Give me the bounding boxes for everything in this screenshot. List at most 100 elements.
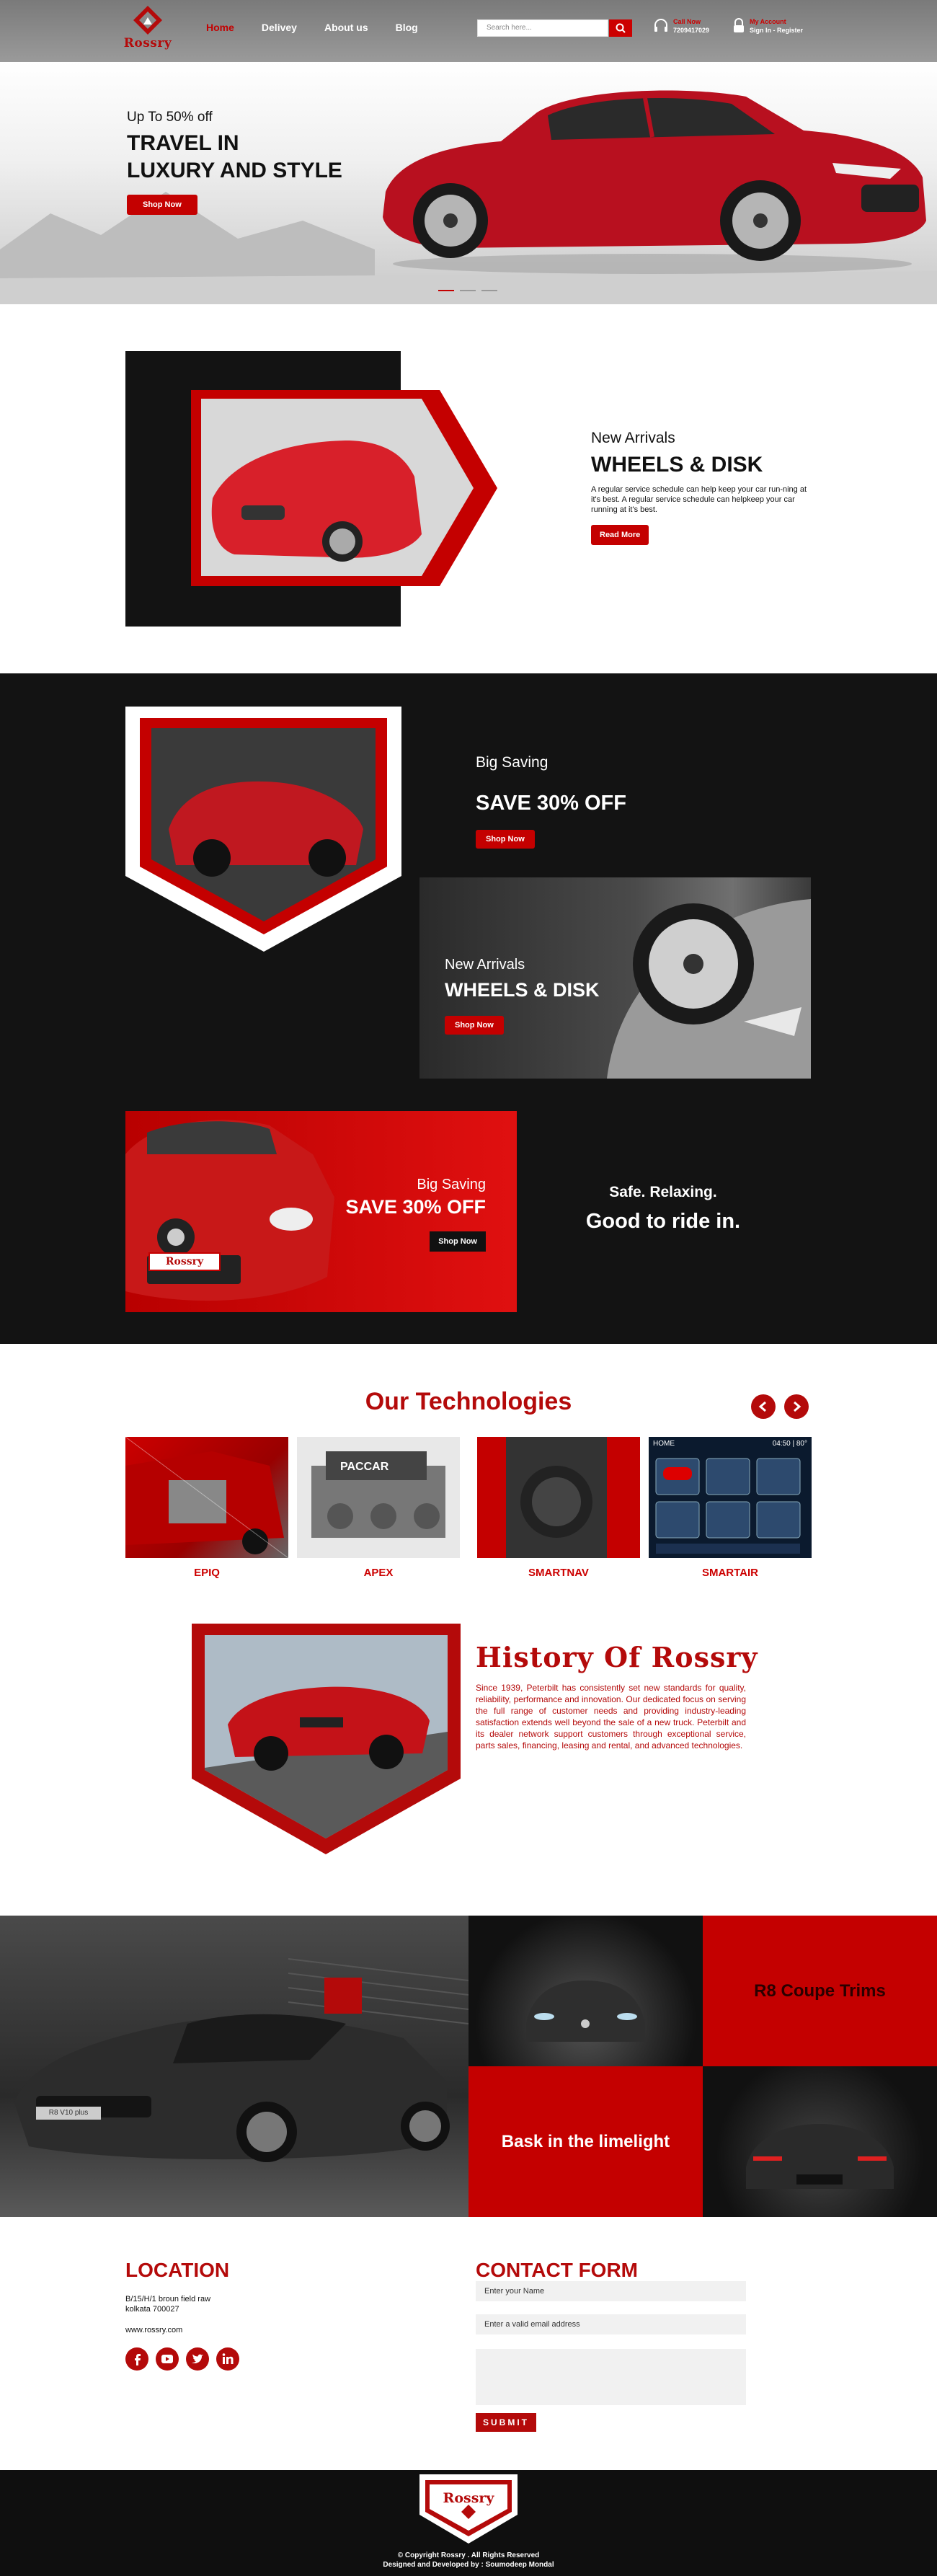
promo2-shop-button[interactable]: Shop Now: [445, 1016, 504, 1035]
nav-delivery[interactable]: Delivey: [262, 22, 297, 33]
car-front-image: [526, 1980, 645, 2042]
audi-r8-image: [14, 1958, 468, 2162]
linkedin-icon[interactable]: [216, 2347, 239, 2371]
gallery-plate: R8 V10 plus: [36, 2107, 101, 2120]
tech-card-epiq[interactable]: [125, 1437, 288, 1558]
gallery-car-front[interactable]: [468, 1916, 703, 2066]
wheel-closeup-image: [607, 899, 811, 1079]
promo1-title: SAVE 30% OFF: [476, 792, 626, 815]
screen-home-label: HOME: [653, 1440, 675, 1448]
hero-banner: Up To 50% off TRAVEL IN LUXURY AND STYLE…: [0, 62, 937, 304]
tagline-line1: Safe. Relaxing.: [609, 1184, 717, 1200]
nav-home[interactable]: Home: [206, 22, 234, 33]
gallery: R8 V10 plus R8 Coupe Trims Bask in the l…: [0, 1916, 937, 2217]
footer: Rossry © Copyright Rossry . All Rights R…: [0, 2470, 937, 2576]
logo[interactable]: Rossry: [123, 4, 173, 56]
tech-card-apex[interactable]: PACCAR: [297, 1437, 460, 1558]
hero-text: Up To 50% off TRAVEL IN LUXURY AND STYLE…: [127, 110, 342, 215]
hero-shop-button[interactable]: Shop Now: [127, 195, 197, 215]
page: Rossry Home Delivey About us Blog Search…: [0, 0, 937, 2576]
social-links: [125, 2347, 239, 2371]
tech-label-apex[interactable]: APEX: [297, 1567, 460, 1579]
call-label: Call Now: [673, 18, 701, 25]
promo1-shop-button[interactable]: Shop Now: [476, 830, 535, 849]
address-line2: kolkata 700027: [125, 2305, 179, 2314]
message-textarea[interactable]: [476, 2349, 746, 2405]
call-now[interactable]: Call Now 7209417029: [653, 17, 709, 35]
dashboard-screen-image: [655, 1458, 801, 1554]
tech-prev-button[interactable]: [751, 1394, 776, 1419]
tech-label-smartnav[interactable]: SMARTNAV: [477, 1567, 640, 1579]
car-rear-image: [746, 2124, 894, 2189]
promo3-shop-button[interactable]: Shop Now: [430, 1231, 486, 1252]
location-title: LOCATION: [125, 2259, 230, 2281]
history-title: History Of Rossry: [476, 1641, 758, 1673]
twitter-icon[interactable]: [186, 2347, 209, 2371]
promo1-label: Big Saving: [476, 754, 549, 771]
hero-title-line1: TRAVEL IN: [127, 131, 239, 155]
promo2-banner: New Arrivals WHEELS & DISK Shop Now: [419, 877, 811, 1079]
tech-label-epiq[interactable]: EPIQ: [125, 1567, 288, 1579]
arrivals-desc: A regular service schedule can help keep…: [591, 485, 807, 514]
header: Rossry Home Delivey About us Blog Search…: [0, 0, 937, 62]
speaker-image: [506, 1437, 607, 1558]
gallery-car-rear[interactable]: [703, 2066, 937, 2217]
arrivals-image-frame: [191, 390, 497, 586]
promo1-image-frame: [125, 707, 401, 952]
license-plate: Rossry: [148, 1252, 221, 1271]
search-icon: [616, 23, 626, 33]
promo3-text: Big Saving SAVE 30% OFF Shop Now: [345, 1177, 486, 1252]
truck-image: [125, 1437, 288, 1558]
headset-icon: [654, 19, 667, 32]
gallery-audi-image[interactable]: R8 V10 plus: [0, 1916, 468, 2217]
email-field[interactable]: Enter a valid email address: [476, 2314, 746, 2334]
hero-title-line2: LUXURY AND STYLE: [127, 159, 342, 182]
submit-button[interactable]: SUBMIT: [476, 2413, 536, 2432]
hero-slider-dots[interactable]: [438, 290, 497, 291]
main-nav: Home Delivey About us Blog: [206, 22, 418, 33]
name-field[interactable]: Enter your Name: [476, 2281, 746, 2301]
nav-blog[interactable]: Blog: [396, 22, 418, 33]
footer-logo[interactable]: [419, 2474, 518, 2544]
tech-card-smartair[interactable]: HOME 04:50 | 80°: [649, 1437, 812, 1558]
footer-logo-wordmark: Rossry: [443, 2490, 494, 2506]
search-button[interactable]: [609, 19, 632, 37]
promo3-title: SAVE 30% OFF: [345, 1196, 486, 1218]
gallery-tile-limelight[interactable]: Bask in the limelight: [468, 2066, 703, 2217]
contact-title: CONTACT FORM: [476, 2259, 638, 2281]
tagline-line2: Good to ride in.: [585, 1210, 741, 1233]
my-account[interactable]: My Account Sign In - Register: [732, 17, 803, 35]
mercedes-image: [125, 1120, 334, 1301]
promo2-title: WHEELS & DISK: [445, 979, 600, 1001]
tech-next-button[interactable]: [784, 1394, 809, 1419]
history-image-frame: [192, 1624, 461, 1854]
arrivals-title: WHEELS & DISK: [591, 453, 763, 477]
promo-section: Big Saving SAVE 30% OFF Shop Now New Arr…: [0, 673, 937, 1344]
promo3-label: Big Saving: [417, 1177, 486, 1192]
address-line1: B/15/H/1 broun field raw: [125, 2295, 211, 2303]
tech-label-smartair[interactable]: SMARTAIR: [649, 1567, 812, 1579]
call-number: 7209417029: [673, 27, 710, 34]
copyright: © Copyright Rossry . All Rights Reserved: [397, 2551, 540, 2559]
svg-text:PACCAR: PACCAR: [340, 1461, 389, 1473]
gallery-tile-r8[interactable]: R8 Coupe Trims: [703, 1916, 937, 2066]
tech-card-smartnav[interactable]: [477, 1437, 640, 1558]
arrivals-text: New Arrivals WHEELS & DISK A regular ser…: [591, 430, 807, 545]
search-input[interactable]: Search here...: [477, 19, 608, 37]
chevron-right-icon: [794, 1402, 801, 1412]
tagline: Safe. Relaxing. Good to ride in.: [569, 1184, 757, 1234]
credit: Designed and Developed by : Soumodeep Mo…: [383, 2561, 554, 2569]
read-more-button[interactable]: Read More: [591, 525, 649, 545]
nav-about[interactable]: About us: [324, 22, 368, 33]
gallery-tile-r8-text: R8 Coupe Trims: [754, 1980, 886, 2001]
account-label: My Account: [750, 18, 786, 25]
promo3-banner: Rossry Big Saving SAVE 30% OFF Shop Now: [125, 1111, 517, 1312]
hero-car-image: [383, 90, 926, 274]
facebook-icon[interactable]: [125, 2347, 148, 2371]
website-link[interactable]: www.rossry.com: [125, 2326, 182, 2334]
screen-time: 04:50 | 80°: [772, 1440, 807, 1448]
location-address: B/15/H/1 broun field raw kolkata 700027: [125, 2294, 210, 2314]
account-links[interactable]: Sign In - Register: [750, 26, 803, 35]
youtube-icon[interactable]: [156, 2347, 179, 2371]
promo2-text: New Arrivals WHEELS & DISK Shop Now: [445, 957, 600, 1035]
